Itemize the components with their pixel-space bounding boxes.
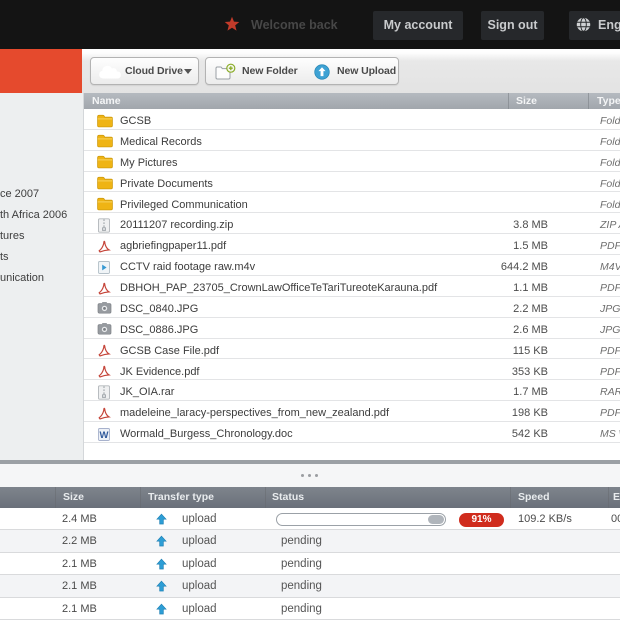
svg-text:W: W: [100, 430, 109, 441]
